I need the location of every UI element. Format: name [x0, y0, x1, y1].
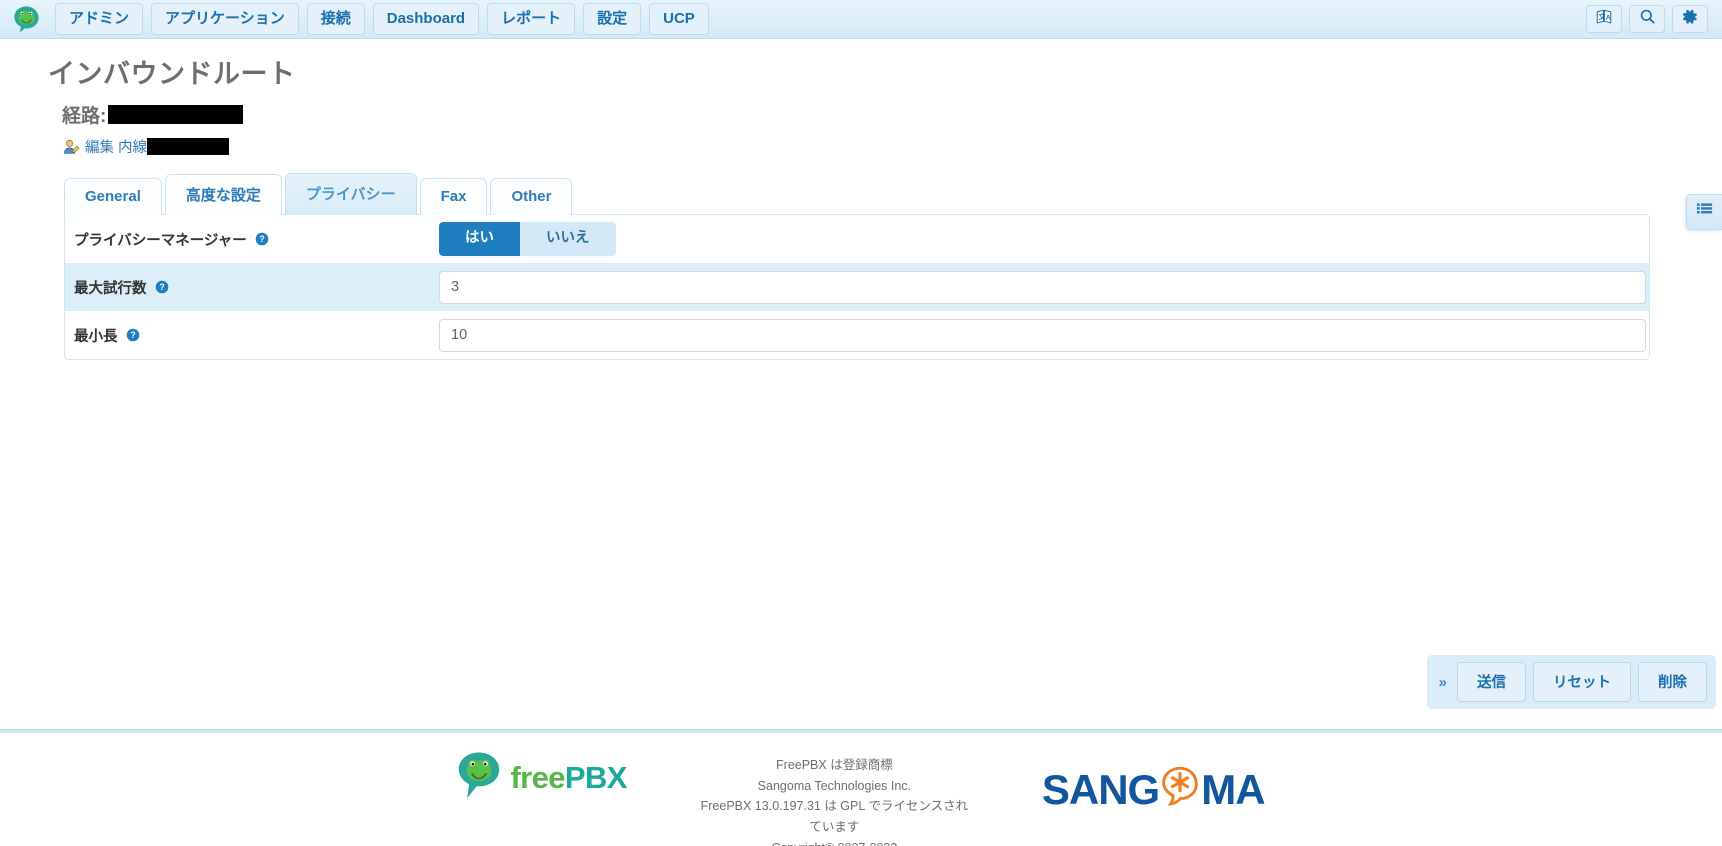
action-bar: » 送信 リセット 削除 — [1426, 655, 1716, 709]
help-icon[interactable]: ? — [255, 232, 269, 246]
edit-extension-value-redacted — [147, 138, 230, 155]
footer-line-1: FreePBX は登録商標 — [776, 758, 893, 772]
privacy-manager-label: プライバシーマネージャー — [74, 232, 247, 249]
min-length-input[interactable] — [439, 318, 1646, 352]
min-length-control — [439, 318, 1649, 352]
nav-applications[interactable]: アプリケーション — [151, 3, 299, 35]
page-footer: freePBX FreePBX は登録商標 Sangoma Technologi… — [0, 733, 1722, 846]
delete-button[interactable]: 削除 — [1638, 662, 1707, 702]
max-attempts-control — [439, 270, 1649, 304]
privacy-manager-control: はい いいえ — [439, 222, 1649, 256]
privacy-manager-no[interactable]: いいえ — [520, 222, 616, 256]
svg-text:?: ? — [259, 234, 264, 244]
nav-left-group: アドミン アプリケーション 接続 Dashboard レポート 設定 UCP — [8, 3, 709, 35]
tab-other[interactable]: Other — [490, 178, 573, 215]
max-attempts-label-group: 最大試行数 ? — [65, 277, 439, 298]
svg-text:文: 文 — [1599, 11, 1606, 20]
min-length-label-group: 最小長 ? — [65, 325, 439, 346]
list-panel-toggle[interactable] — [1686, 194, 1722, 230]
tab-fax[interactable]: Fax — [419, 178, 488, 215]
nav-dashboard[interactable]: Dashboard — [372, 3, 480, 35]
sangoma-logo: SANG MA — [1041, 751, 1266, 814]
nav-right-group: 文 A — [1586, 5, 1714, 33]
freepbx-free-text: free — [510, 759, 565, 795]
page-content: インバウンドルート 経路: 編集 内線 General 高度な設定 プライバシー… — [0, 39, 1722, 729]
sangoma-text-right: MA — [1201, 765, 1265, 813]
privacy-manager-yes[interactable]: はい — [439, 222, 520, 256]
privacy-settings-panel: プライバシーマネージャー ? はい いいえ 最大試行数 ? 3 最小長 ? 10 — [64, 214, 1650, 360]
route-label: 経路: — [62, 106, 107, 127]
privacy-manager-toggle: はい いいえ — [439, 222, 616, 256]
freepbx-footer-logo: freePBX — [457, 751, 628, 804]
freepbx-wordmark: freePBX — [510, 759, 628, 796]
nav-reports[interactable]: レポート — [487, 3, 576, 35]
svg-text:A: A — [1606, 14, 1611, 21]
sangoma-asterisk-bubble-icon — [1160, 765, 1200, 814]
nav-settings[interactable]: 設定 — [583, 3, 642, 35]
freepbx-frog-bubble-icon — [457, 751, 501, 804]
svg-text:?: ? — [130, 330, 135, 340]
footer-line-3: FreePBX 13.0.197.31 は GPL でライセンスされています — [700, 799, 969, 834]
edit-extension-link[interactable]: 編集 内線 — [85, 136, 147, 157]
translate-icon-button[interactable]: 文 A — [1586, 5, 1622, 33]
row-min-length: 最小長 ? — [65, 311, 1649, 359]
svg-text:?: ? — [159, 282, 164, 292]
nav-admin[interactable]: アドミン — [55, 3, 144, 35]
translate-icon: 文 A — [1595, 8, 1613, 31]
nav-ucp[interactable]: UCP — [649, 3, 709, 35]
gear-icon — [1681, 8, 1699, 31]
sangoma-text-left: SANG — [1041, 765, 1160, 813]
route-value-redacted — [108, 105, 244, 124]
privacy-manager-label-group: プライバシーマネージャー ? — [65, 229, 439, 250]
max-attempts-input[interactable] — [439, 270, 1646, 304]
freepbx-frog-logo[interactable] — [12, 5, 41, 34]
edit-extension-line: 編集 内線 — [0, 128, 1722, 157]
row-privacy-manager: プライバシーマネージャー ? はい いいえ — [65, 215, 1649, 263]
help-icon[interactable]: ? — [126, 328, 140, 342]
min-length-label: 最小長 — [74, 328, 118, 345]
tab-privacy[interactable]: プライバシー — [284, 173, 417, 215]
top-navbar: アドミン アプリケーション 接続 Dashboard レポート 設定 UCP 文… — [0, 0, 1722, 39]
search-icon-button[interactable] — [1629, 5, 1665, 33]
page-title: インバウンドルート — [48, 59, 296, 89]
help-icon[interactable]: ? — [155, 280, 169, 294]
footer-line-2: Sangoma Technologies Inc. — [757, 778, 912, 793]
row-max-attempts: 最大試行数 ? — [65, 263, 1649, 311]
reset-button[interactable]: リセット — [1533, 662, 1631, 702]
search-icon — [1639, 8, 1656, 30]
submit-button[interactable]: 送信 — [1457, 662, 1526, 702]
gear-icon-button[interactable] — [1672, 5, 1708, 33]
tab-advanced[interactable]: 高度な設定 — [164, 174, 282, 215]
footer-copyright-text: FreePBX は登録商標 Sangoma Technologies Inc. … — [697, 751, 972, 846]
footer-line-4: Copyright© 2007-2022 — [697, 838, 972, 846]
route-line: 経路: — [0, 91, 1722, 128]
max-attempts-label: 最大試行数 — [74, 280, 147, 297]
nav-connectivity[interactable]: 接続 — [306, 3, 365, 35]
list-icon — [1695, 200, 1714, 224]
expand-chevron[interactable]: » — [1436, 674, 1450, 691]
tab-general[interactable]: General — [64, 178, 162, 215]
freepbx-pbx-text: PBX — [564, 759, 628, 795]
tab-bar: General 高度な設定 プライバシー Fax Other — [0, 157, 1722, 215]
user-edit-icon — [62, 138, 80, 156]
